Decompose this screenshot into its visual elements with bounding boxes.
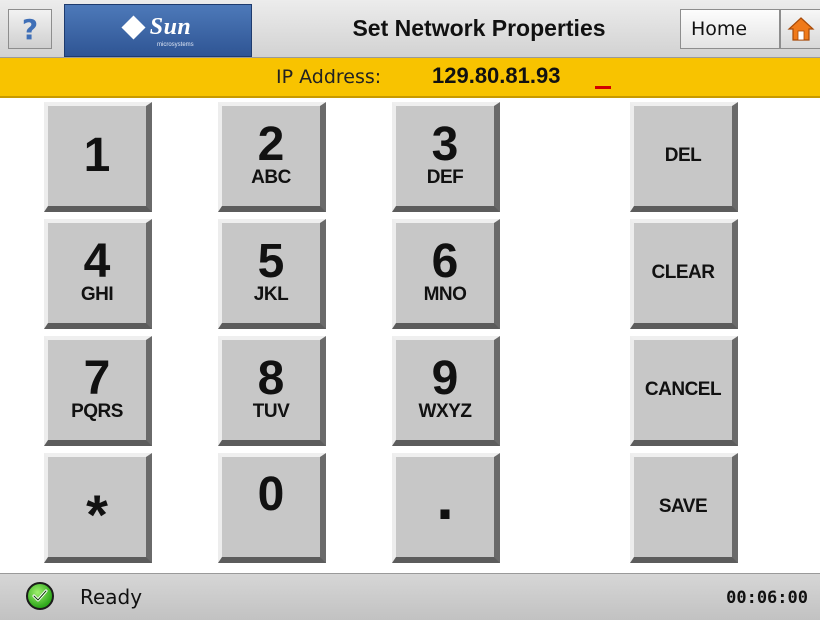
key-1[interactable]: 1 <box>44 102 152 212</box>
key-letters: ABC <box>251 167 291 188</box>
key-digit: 3 <box>431 118 459 171</box>
key-letters: JKL <box>253 284 289 305</box>
key-digit: 4 <box>83 235 111 288</box>
key-dot[interactable]: . <box>392 453 500 563</box>
key-letters: PQRS <box>71 401 123 422</box>
key-6[interactable]: 6 MNO <box>392 219 500 329</box>
key-asterisk[interactable]: * <box>44 453 152 563</box>
status-bar: Ready 00:06:00 <box>0 573 820 620</box>
home-label: Home <box>691 18 748 40</box>
page-title: Set Network Properties <box>352 15 606 41</box>
save-label: SAVE <box>658 496 708 517</box>
logo-text: Sun <box>149 14 192 40</box>
sun-logo: Sun microsystems <box>64 4 252 57</box>
home-icon-button[interactable] <box>780 9 820 49</box>
key-7[interactable]: 7 PQRS <box>44 336 152 446</box>
key-2[interactable]: 2 ABC <box>218 102 326 212</box>
clear-label: CLEAR <box>651 262 715 283</box>
key-letters: MNO <box>423 284 467 305</box>
status-time: 00:06:00 <box>726 588 808 608</box>
cancel-label: CANCEL <box>644 379 722 400</box>
house-icon <box>786 17 815 41</box>
logo-subtext: microsystems <box>157 42 194 48</box>
del-label: DEL <box>664 145 702 166</box>
key-8[interactable]: 8 TUV <box>218 336 326 446</box>
save-button[interactable]: SAVE <box>630 453 738 563</box>
clear-button[interactable]: CLEAR <box>630 219 738 329</box>
help-button[interactable]: ? <box>8 9 52 49</box>
home-button[interactable]: Home <box>680 9 780 49</box>
title-bar: ? Sun microsystems Set Network Propertie… <box>0 0 820 58</box>
key-digit: 2 <box>257 118 285 171</box>
key-digit: 6 <box>431 235 459 288</box>
key-0[interactable]: 0 <box>218 453 326 563</box>
key-digit: 5 <box>257 235 285 288</box>
del-button[interactable]: DEL <box>630 102 738 212</box>
key-digit: 9 <box>431 352 459 405</box>
ip-address-label: IP Address: <box>276 66 382 88</box>
status-text: Ready <box>80 585 143 609</box>
key-letters: WXYZ <box>418 401 472 422</box>
key-digit: 8 <box>257 352 285 405</box>
key-4[interactable]: 4 GHI <box>44 219 152 329</box>
help-icon: ? <box>21 12 39 46</box>
key-3[interactable]: 3 DEF <box>392 102 500 212</box>
ip-address-field[interactable]: 129.80.81.93 <box>432 63 560 89</box>
check-circle-icon <box>26 582 54 610</box>
key-digit: 7 <box>83 352 111 405</box>
key-digit: 0 <box>257 468 285 521</box>
ip-address-bar: IP Address: 129.80.81.93 <box>0 58 820 98</box>
key-letters: DEF <box>426 167 464 188</box>
key-digit: * <box>86 483 108 546</box>
cancel-button[interactable]: CANCEL <box>630 336 738 446</box>
key-letters: GHI <box>80 284 114 305</box>
key-digit: 1 <box>83 129 111 182</box>
text-cursor <box>595 86 611 89</box>
key-letters: TUV <box>252 401 290 422</box>
sun-diamond-icon <box>121 15 146 40</box>
key-digit: . <box>436 461 454 533</box>
key-9[interactable]: 9 WXYZ <box>392 336 500 446</box>
key-5[interactable]: 5 JKL <box>218 219 326 329</box>
